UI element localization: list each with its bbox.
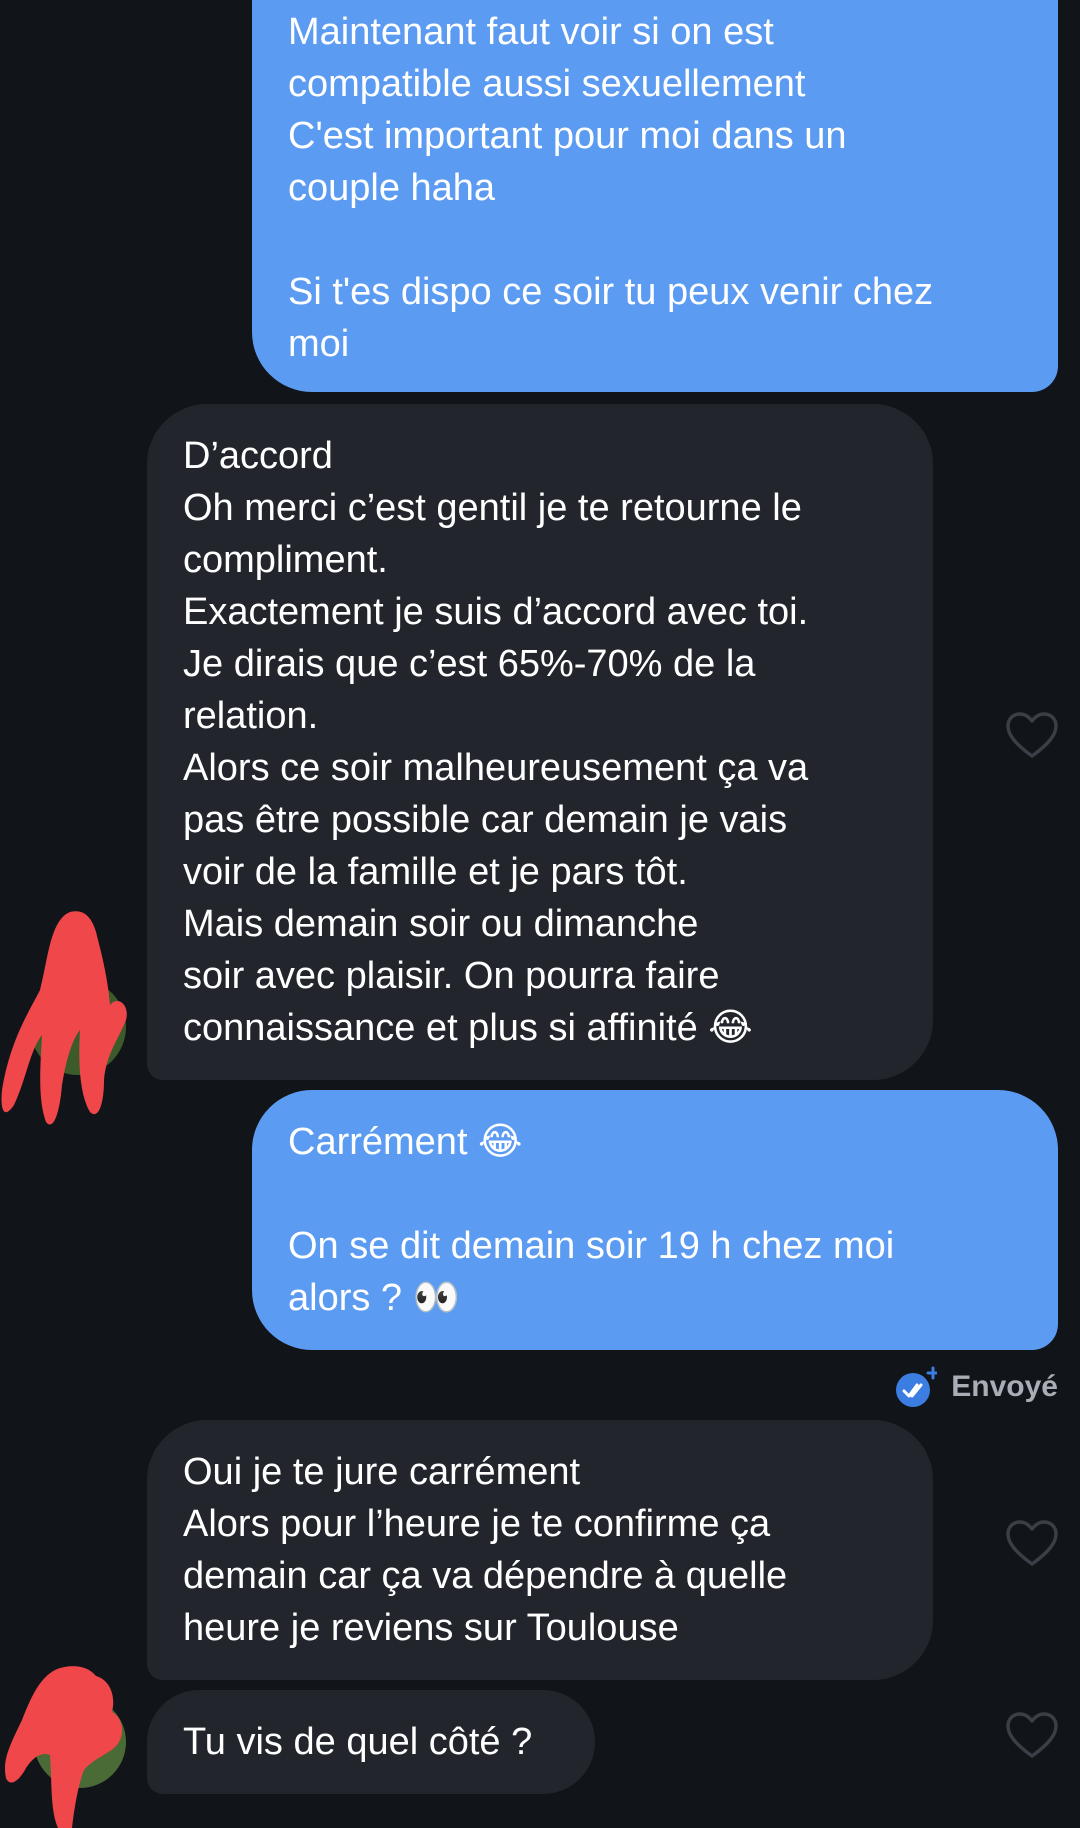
avatar[interactable] — [0, 900, 130, 1140]
status-text: Envoyé — [951, 1370, 1058, 1403]
message-line: compatible aussi sexuellement — [288, 63, 806, 105]
message-line — [288, 1168, 1022, 1220]
message-line: Oui je te jure carrément — [183, 1451, 581, 1493]
message-line: Tu vis de quel côté ? — [183, 1721, 533, 1763]
double-check-icon — [895, 1366, 940, 1408]
message-line: pas être possible car demain je vais — [183, 799, 788, 841]
message-line: connaissance et plus si affinité 😂 — [183, 1007, 753, 1049]
message-line: Je dirais que c’est 65%-70% de la — [183, 643, 756, 685]
message-line: couple haha — [288, 167, 496, 209]
message-line: Oh merci c’est gentil je te retourne le — [183, 487, 802, 529]
message-bubble-sent[interactable]: Maintenant faut voir si on est compatibl… — [252, 0, 1058, 392]
message-line: Carrément 😂 — [288, 1121, 523, 1163]
message-line: compliment. — [183, 539, 388, 581]
message-line: Alors pour l’heure je te confirme ça — [183, 1503, 771, 1545]
message-line — [288, 214, 1022, 266]
like-heart-icon[interactable] — [1004, 710, 1060, 760]
message-line: heure je reviens sur Toulouse — [183, 1607, 679, 1649]
message-line: alors ? 👀 — [288, 1277, 460, 1319]
message-line: Mais demain soir ou dimanche — [183, 903, 699, 945]
message-line: C'est important pour moi dans un — [288, 115, 847, 157]
message-line: voir de la famille et je pars tôt. — [183, 851, 688, 893]
message-line: demain car ça va dépendre à quelle — [183, 1555, 788, 1597]
message-bubble-received[interactable]: D’accord Oh merci c’est gentil je te ret… — [147, 404, 933, 1080]
message-line: D’accord — [183, 435, 333, 477]
message-line: Exactement je suis d’accord avec toi. — [183, 591, 809, 633]
message-line: Si t'es dispo ce soir tu peux venir chez — [288, 271, 934, 313]
message-line: Maintenant faut voir si on est — [288, 11, 774, 53]
message-line: soir avec plaisir. On pourra faire — [183, 955, 720, 997]
message-bubble-sent[interactable]: Carrément 😂 On se dit demain soir 19 h c… — [252, 1090, 1058, 1350]
like-heart-icon[interactable] — [1004, 1710, 1060, 1760]
message-status: Envoyé — [895, 1366, 1058, 1408]
avatar[interactable] — [0, 1660, 130, 1828]
message-bubble-received[interactable]: Tu vis de quel côté ? — [147, 1690, 595, 1794]
message-line: Alors ce soir malheureusement ça va — [183, 747, 809, 789]
message-line: On se dit demain soir 19 h chez moi — [288, 1225, 895, 1267]
message-line: moi — [288, 323, 350, 365]
like-heart-icon[interactable] — [1004, 1518, 1060, 1568]
message-bubble-received[interactable]: Oui je te jure carrément Alors pour l’he… — [147, 1420, 933, 1680]
message-line: relation. — [183, 695, 319, 737]
